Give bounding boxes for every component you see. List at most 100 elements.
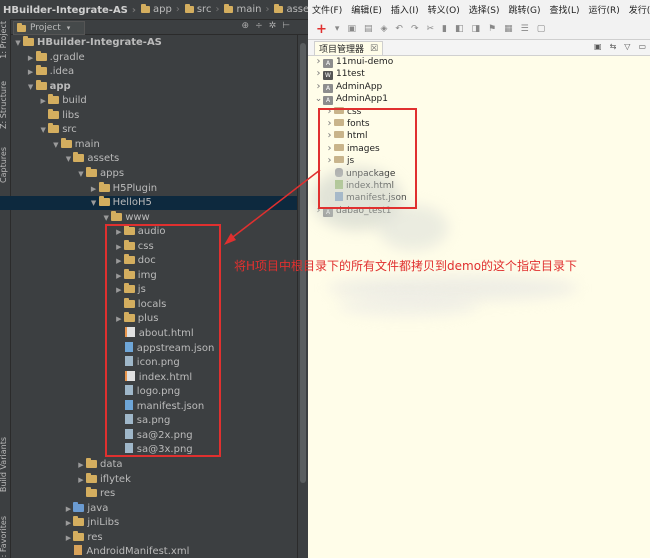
dropdown-arrow-icon[interactable]: ▾ xyxy=(335,24,340,34)
tab-project-manager[interactable]: 项目管理器 ☒ xyxy=(314,41,384,55)
bookmark-next-icon[interactable]: ◨ xyxy=(472,24,481,34)
tree-item-label: AdminApp xyxy=(336,81,383,92)
minimize-icon[interactable]: ▭ xyxy=(638,42,646,51)
expand-right-icon[interactable]: ▶ xyxy=(63,531,73,545)
cut-icon[interactable]: ✂ xyxy=(426,24,434,34)
breadcrumb-item[interactable]: HBuilder-Integrate-AS › xyxy=(0,1,138,19)
expand-right-icon[interactable]: ▶ xyxy=(76,458,86,472)
menu-item[interactable]: 运行(R) xyxy=(585,3,625,16)
menu-item[interactable]: 编辑(E) xyxy=(347,3,387,16)
bookmark-prev-icon[interactable]: ◧ xyxy=(455,24,464,34)
tree-item[interactable]: ▶ .gradle xyxy=(11,50,85,65)
tree-item[interactable]: ▼ main xyxy=(11,137,100,152)
folder-icon xyxy=(86,457,97,468)
tree-item[interactable]: ▶ iflytek xyxy=(11,472,131,487)
collapse-icon[interactable]: ÷ xyxy=(255,21,263,31)
expand-down-icon[interactable]: ▼ xyxy=(101,211,111,225)
menu-item[interactable]: 插入(I) xyxy=(387,3,424,16)
tree-item-label: HelloH5 xyxy=(112,197,152,209)
breadcrumb-separator: › xyxy=(265,4,270,15)
side-tab-build-variants[interactable]: Build Variants xyxy=(0,437,11,492)
expand-right-icon[interactable]: ▶ xyxy=(38,94,48,108)
menu-item[interactable]: 选择(S) xyxy=(465,3,505,16)
expand-right-icon[interactable]: ▶ xyxy=(89,182,99,196)
expand-down-icon[interactable]: ▼ xyxy=(63,152,73,166)
tree-item[interactable]: › A AdminApp xyxy=(314,81,382,93)
link-editor-icon[interactable]: ⇆ xyxy=(610,42,617,51)
project-icon: A xyxy=(323,59,333,68)
tree-item[interactable]: ▼ apps xyxy=(11,166,124,181)
list-icon[interactable]: ☰ xyxy=(521,24,529,34)
sync-icon[interactable]: ⊕ xyxy=(242,21,250,31)
save-icon[interactable]: ▣ xyxy=(347,24,356,34)
close-icon[interactable]: ☒ xyxy=(370,44,378,54)
breadcrumb-item[interactable]: src › xyxy=(182,0,222,19)
build-icon[interactable]: ◈ xyxy=(380,24,387,34)
menu-item[interactable]: 跳转(G) xyxy=(504,3,545,16)
tree-item[interactable]: ▼ HBuilder-Integrate-AS xyxy=(11,36,162,50)
expand-right-icon[interactable]: ▶ xyxy=(26,65,36,79)
project-view-dropdown[interactable]: Project ▾ xyxy=(13,21,86,35)
vertical-scrollbar[interactable] xyxy=(297,35,308,558)
expand-right-icon[interactable]: ▶ xyxy=(63,502,73,516)
tree-item[interactable]: ▶ build xyxy=(11,94,87,108)
expand-right-icon[interactable]: › xyxy=(314,56,323,68)
tree-item[interactable]: ▼ app xyxy=(11,79,71,94)
breadcrumb-item[interactable]: app › xyxy=(138,0,182,19)
expand-right-icon[interactable]: ▶ xyxy=(63,516,73,530)
menu-item[interactable]: 转义(O) xyxy=(424,3,465,16)
side-tab-project[interactable]: 1: Project xyxy=(0,21,11,59)
tree-item[interactable]: ▼ src xyxy=(11,123,77,137)
highlight-box-www-contents xyxy=(105,224,221,457)
tree-item-label: H5Plugin xyxy=(112,182,158,194)
tree-item[interactable]: ▶ H5Plugin xyxy=(11,181,158,196)
expand-down-icon[interactable]: ▼ xyxy=(76,167,86,181)
tree-item-label: java xyxy=(87,502,109,514)
expand-right-icon[interactable]: › xyxy=(314,68,323,80)
folder-icon xyxy=(86,166,97,177)
side-tab-favorites[interactable]: 2: Favorites xyxy=(0,516,11,558)
gear-icon[interactable]: ✲ xyxy=(269,21,277,31)
expand-down-icon[interactable]: ▼ xyxy=(51,138,61,152)
grid-icon[interactable]: ▦ xyxy=(504,24,513,34)
menu-item[interactable]: 查找(L) xyxy=(545,3,584,16)
side-tab-captures[interactable]: Captures xyxy=(0,147,11,183)
breadcrumb-item[interactable]: main › xyxy=(221,0,271,19)
tree-item[interactable]: ▶ java xyxy=(11,501,109,516)
tree-item[interactable]: libs xyxy=(11,108,79,123)
tree-item[interactable]: res xyxy=(11,487,115,501)
expand-down-icon[interactable]: ▼ xyxy=(26,80,36,94)
flag-icon[interactable]: ⚑ xyxy=(488,24,496,34)
bookmark-icon[interactable]: ▮ xyxy=(442,24,447,34)
tree-item[interactable]: › W 11test xyxy=(314,68,365,81)
undo-icon[interactable]: ↶ xyxy=(395,24,403,34)
new-icon[interactable]: + xyxy=(316,22,327,37)
tree-item[interactable]: ▶ data xyxy=(11,457,123,472)
menu-item[interactable]: 文件(F) xyxy=(308,3,347,16)
expand-right-icon[interactable]: ▶ xyxy=(76,473,86,487)
window-icon[interactable]: ▢ xyxy=(537,24,546,34)
expand-right-icon[interactable]: ▶ xyxy=(26,51,36,65)
tree-item[interactable]: ▼ assets xyxy=(11,152,119,166)
save-all-icon[interactable]: ▤ xyxy=(364,24,373,34)
expand-down-icon[interactable]: ▼ xyxy=(13,36,23,50)
hide-icon[interactable]: ⊢ xyxy=(282,21,290,31)
expand-down-icon[interactable]: ▼ xyxy=(38,123,48,137)
tree-item[interactable]: AndroidManifest.xml xyxy=(11,545,189,558)
redo-icon[interactable]: ↷ xyxy=(411,24,419,34)
view-menu-icon[interactable]: ▽ xyxy=(624,42,630,51)
expand-down-icon[interactable]: ⌄ xyxy=(314,93,323,105)
tree-item[interactable]: ▶ jniLibs xyxy=(11,516,119,530)
tree-item[interactable]: ▼ HelloH5 xyxy=(0,196,308,211)
tree-item[interactable]: ⌄ A AdminApp1 xyxy=(314,93,388,106)
menu-item[interactable]: 发行(B) xyxy=(625,3,650,16)
tree-item[interactable]: ▼ www xyxy=(11,210,150,225)
side-tab-structure[interactable]: Z: Structure xyxy=(0,81,11,129)
expand-right-icon[interactable]: › xyxy=(314,81,323,93)
tree-item[interactable]: › A 11mui-demo xyxy=(314,56,393,68)
tree-item[interactable]: ▶ .idea xyxy=(11,65,74,79)
collapse-all-icon[interactable]: ▣ xyxy=(594,42,602,51)
breadcrumb-item[interactable]: assets› xyxy=(271,0,308,19)
expand-down-icon[interactable]: ▼ xyxy=(89,196,99,210)
tree-item[interactable]: ▶ res xyxy=(11,530,103,545)
